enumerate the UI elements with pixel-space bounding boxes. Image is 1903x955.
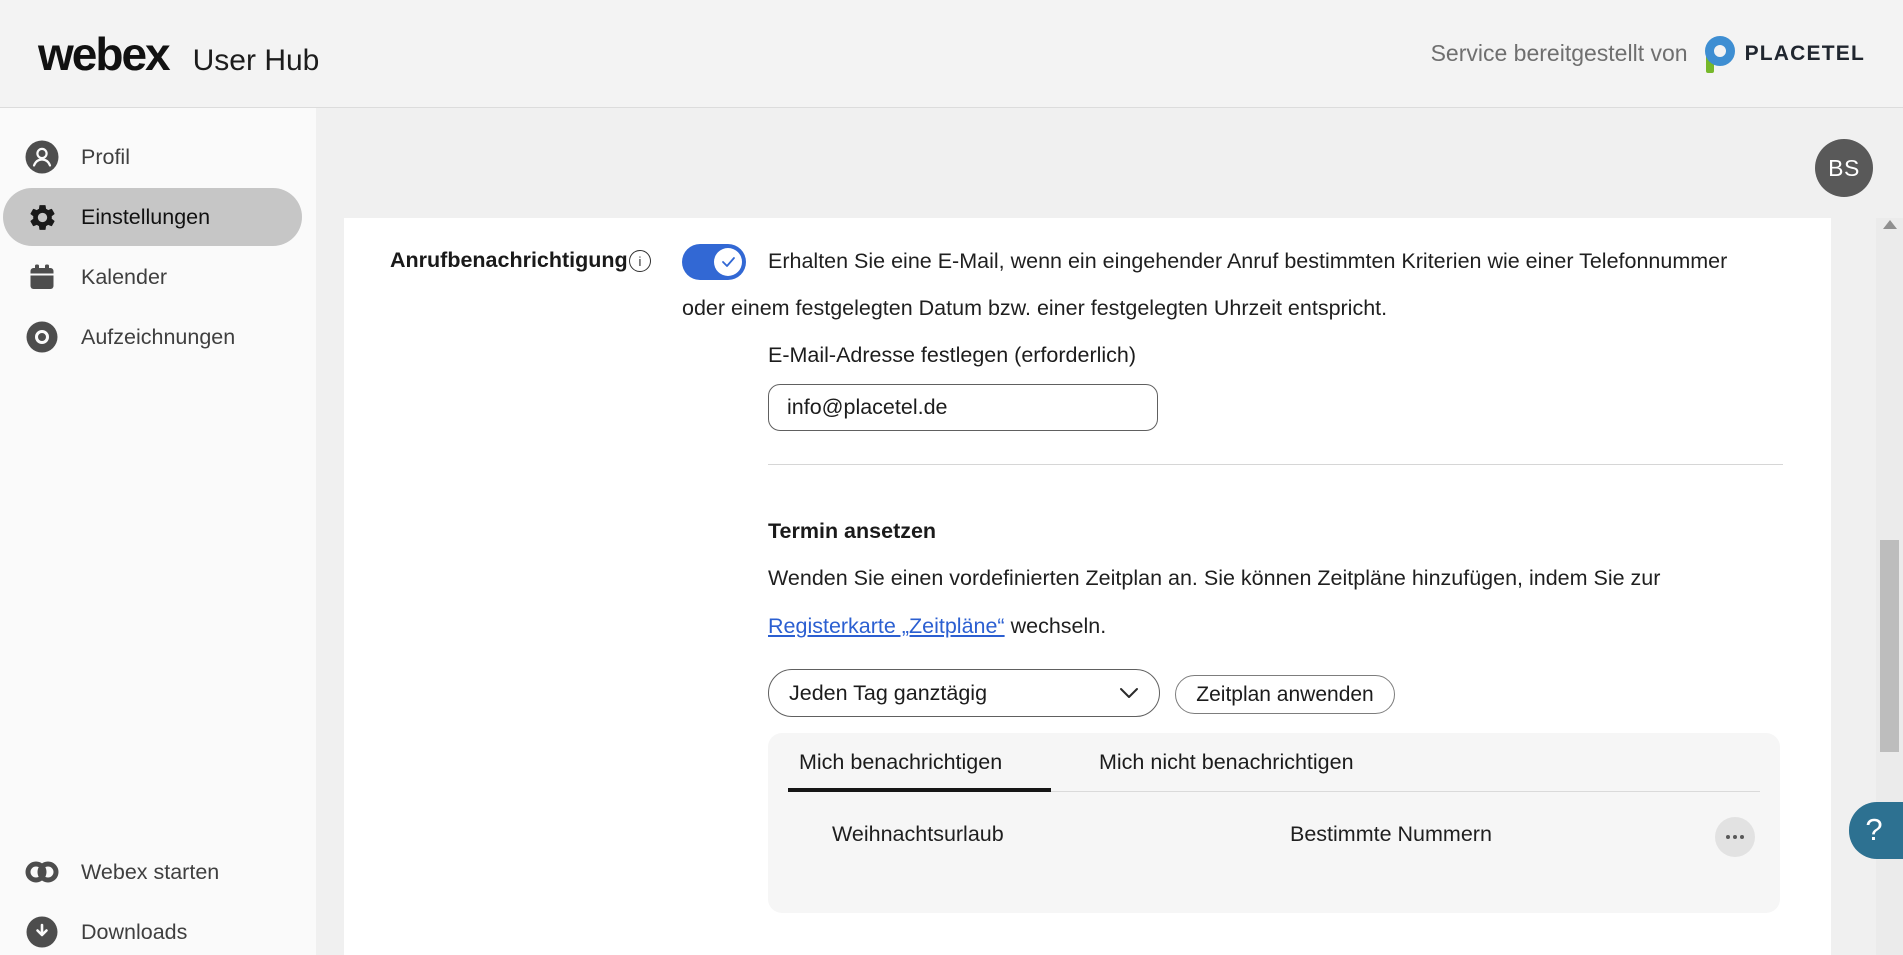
avatar[interactable]: BS	[1815, 139, 1873, 197]
check-icon	[721, 256, 736, 268]
sidebar-item-label: Einstellungen	[81, 205, 210, 230]
notification-rules-panel: Mich benachrichtigen Mich nicht benachri…	[768, 733, 1780, 913]
tab-mich-nicht-benachrichtigen[interactable]: Mich nicht benachrichtigen	[1099, 750, 1354, 775]
email-field[interactable]	[768, 384, 1158, 431]
email-field-label: E-Mail-Adresse festlegen (erforderlich)	[768, 343, 1136, 368]
placetel-logo: PLACETEL	[1704, 34, 1865, 74]
schedule-description: Wenden Sie einen vordefinierten Zeitplan…	[768, 566, 1660, 591]
placetel-wordmark: PLACETEL	[1745, 42, 1865, 66]
zeitplaene-tab-link[interactable]: Registerkarte „Zeitpläne“	[768, 614, 1005, 638]
apply-schedule-button[interactable]: Zeitplan anwenden	[1175, 675, 1395, 714]
call-notification-toggle[interactable]	[682, 244, 746, 280]
info-icon[interactable]: i	[629, 250, 651, 272]
sidebar-item-label: Kalender	[81, 265, 167, 290]
sidebar-item-label: Downloads	[81, 920, 187, 945]
help-button[interactable]: ?	[1849, 802, 1903, 859]
top-header: webex User Hub Service bereitgestellt vo…	[0, 0, 1903, 108]
settings-content-panel: Anrufbenachrichtigung i Erhalten Sie ein…	[344, 218, 1831, 955]
tab-mich-benachrichtigen[interactable]: Mich benachrichtigen	[799, 750, 1002, 775]
sidebar-item-label: Webex starten	[81, 860, 219, 885]
webex-user-hub-page: webex User Hub Service bereitgestellt vo…	[0, 0, 1903, 955]
schedule-section-title: Termin ansetzen	[768, 519, 936, 544]
chevron-down-icon	[1119, 687, 1139, 699]
sidebar: Profil Einstellungen Kalender	[0, 108, 316, 955]
active-tab-underline	[788, 788, 1051, 792]
section-divider	[768, 464, 1783, 465]
placetel-blue-ring	[1705, 36, 1735, 66]
calendar-icon	[25, 260, 59, 294]
brand: webex User Hub	[38, 27, 319, 81]
content-scrollbar-thumb[interactable]	[1880, 540, 1899, 752]
sidebar-item-kalender[interactable]: Kalender	[3, 248, 302, 306]
webex-logo: webex	[38, 27, 169, 81]
info-icon-glyph: i	[639, 254, 642, 269]
record-icon	[25, 320, 59, 354]
sidebar-item-webex-starten[interactable]: Webex starten	[3, 843, 302, 901]
rule-more-options-button[interactable]	[1715, 817, 1755, 857]
service-provider-area: Service bereitgestellt von PLACETEL	[1431, 34, 1865, 74]
call-notification-description-line1: Erhalten Sie eine E-Mail, wenn ein einge…	[768, 249, 1727, 274]
rule-name: Weihnachtsurlaub	[832, 822, 1004, 847]
schedule-link-line: Registerkarte „Zeitpläne“ wechseln.	[768, 614, 1106, 639]
sidebar-item-label: Aufzeichnungen	[81, 325, 235, 350]
ellipsis-icon	[1726, 835, 1730, 839]
webex-loops-icon	[25, 855, 59, 889]
toggle-knob	[714, 248, 742, 276]
link-suffix-text: wechseln.	[1005, 614, 1107, 638]
rule-criteria: Bestimmte Nummern	[1290, 822, 1492, 847]
call-notification-label: Anrufbenachrichtigung	[390, 248, 628, 273]
service-provided-by-label: Service bereitgestellt von	[1431, 40, 1688, 67]
download-icon	[25, 915, 59, 949]
schedule-dropdown[interactable]: Jeden Tag ganztägig	[768, 669, 1160, 717]
call-notification-description-line2: oder einem festgelegten Datum bzw. einer…	[682, 296, 1387, 321]
person-icon	[25, 140, 59, 174]
sidebar-item-einstellungen[interactable]: Einstellungen	[3, 188, 302, 246]
schedule-dropdown-value: Jeden Tag ganztägig	[789, 681, 987, 706]
sidebar-item-label: Profil	[81, 145, 130, 170]
sidebar-item-aufzeichnungen[interactable]: Aufzeichnungen	[3, 308, 302, 366]
content-scroll-up-arrow[interactable]	[1883, 220, 1897, 229]
sidebar-item-downloads[interactable]: Downloads	[3, 903, 302, 955]
sidebar-item-profil[interactable]: Profil	[3, 128, 302, 186]
placetel-logo-icon	[1704, 34, 1736, 74]
gear-icon	[25, 200, 59, 234]
page-title: User Hub	[193, 44, 320, 78]
